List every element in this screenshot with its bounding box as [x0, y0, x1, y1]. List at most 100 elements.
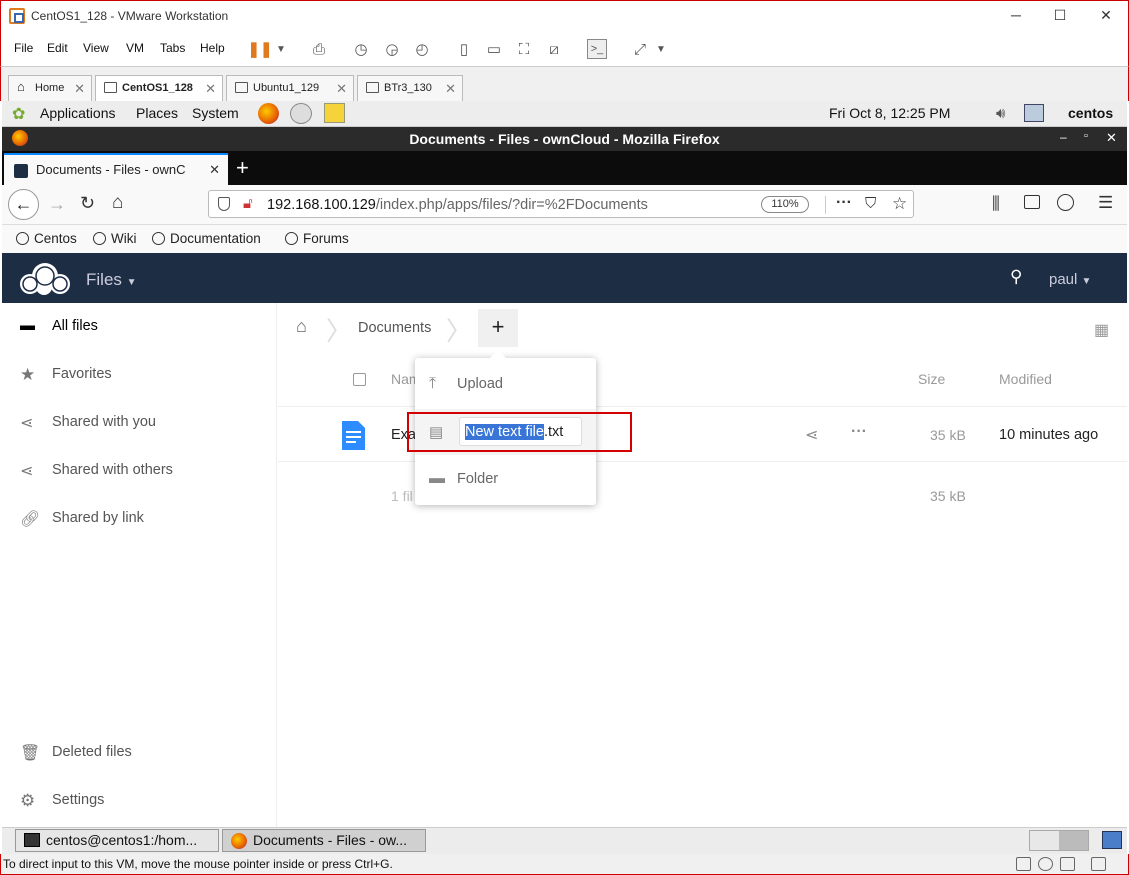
menu-places[interactable]: Places [136, 105, 178, 121]
panel-user[interactable]: centos [1068, 105, 1113, 121]
library-icon[interactable]: ▯ [454, 39, 474, 59]
forward-icon[interactable]: → [48, 194, 66, 215]
menu-view[interactable]: View [83, 41, 109, 55]
mail-launcher-icon[interactable] [290, 103, 312, 124]
chevron-down-icon[interactable]: ▼ [271, 39, 291, 59]
sidebar-icon[interactable] [1024, 195, 1040, 209]
menu-help[interactable]: Help [200, 41, 225, 55]
minimize-icon[interactable]: ─ [1006, 7, 1026, 23]
more-actions-icon[interactable]: ··· [851, 423, 867, 441]
send-keys-icon[interactable]: ⎙ [309, 39, 329, 59]
firefox-launcher-icon[interactable] [258, 103, 279, 124]
vm-tab-btr3[interactable]: BTr3_130 ✕ [357, 75, 463, 101]
select-all-checkbox[interactable] [353, 373, 366, 386]
task-terminal[interactable]: centos@centos1:/hom... [15, 829, 219, 852]
fullscreen-icon[interactable]: ⛶ [514, 39, 534, 59]
network-icon[interactable] [1024, 104, 1044, 122]
browser-tab-documents[interactable]: Documents - Files - ownC ✕ [4, 153, 228, 185]
cd-drive-icon[interactable] [1038, 857, 1053, 871]
task-firefox[interactable]: Documents - Files - ow... [222, 829, 426, 852]
sidebar-item-all-files[interactable]: ▬ All files [2, 303, 277, 351]
menu-edit[interactable]: Edit [47, 41, 68, 55]
maximize-icon[interactable]: ☐ [1050, 7, 1070, 24]
close-icon[interactable]: ✕ [445, 81, 456, 97]
column-size[interactable]: Size [918, 371, 945, 387]
snapshot-icon[interactable]: ◷ [351, 39, 371, 59]
table-row[interactable]: Exa ⋖ ··· 35 kB 10 minutes ago [278, 407, 1127, 462]
column-modified[interactable]: Modified [999, 371, 1052, 387]
home-icon: ⌂ [17, 79, 25, 94]
menu-item-folder[interactable]: ▬ Folder [415, 456, 596, 502]
vm-tab-ubuntu1[interactable]: Ubuntu1_129 ✕ [226, 75, 354, 101]
stretch-icon[interactable]: ⤢ [630, 39, 650, 59]
snapshot-manager-icon[interactable]: ◴ [412, 39, 432, 59]
breadcrumb-documents[interactable]: Documents [358, 320, 431, 336]
panel-clock[interactable]: Fri Oct 8, 12:25 PM [829, 105, 950, 121]
new-button[interactable]: + [478, 309, 518, 347]
menu-tabs[interactable]: Tabs [160, 41, 185, 55]
message-log-icon[interactable] [1091, 857, 1106, 871]
volume-icon[interactable]: 🔊︎ [996, 105, 1005, 122]
star-icon: ★ [20, 365, 36, 384]
home-icon[interactable]: ⌂ [296, 316, 307, 337]
sidebar-item-settings[interactable]: ⚙ Settings [2, 777, 277, 825]
notes-launcher-icon[interactable] [324, 103, 345, 123]
menu-applications[interactable]: Applications [40, 105, 116, 121]
bookmark-documentation[interactable]: Documentation [152, 231, 261, 246]
app-menu[interactable]: Files ▼ [86, 270, 137, 290]
chevron-down-icon[interactable]: ▼ [651, 39, 671, 59]
unity-icon[interactable]: ⧄ [544, 39, 564, 59]
grid-view-icon[interactable]: ▦ [1094, 320, 1109, 340]
bookmark-wiki[interactable]: Wiki [93, 231, 137, 246]
url-bar[interactable]: 🔓︎ 192.168.100.129/index.php/apps/files/… [208, 190, 914, 218]
library-icon[interactable]: ⫼ [992, 194, 1000, 214]
user-menu[interactable]: paul ▼ [1049, 271, 1091, 288]
close-icon[interactable]: ✕ [205, 81, 216, 97]
maximize-icon[interactable]: ▫ [1084, 130, 1088, 142]
vm-tab-home[interactable]: ⌂ Home ✕ [8, 75, 92, 101]
close-icon[interactable]: ✕ [336, 81, 347, 97]
minimize-icon[interactable]: – [1060, 130, 1067, 144]
owncloud-logo-icon[interactable] [16, 262, 74, 296]
console-icon[interactable]: >_ [587, 39, 607, 59]
show-desktop-icon[interactable] [1102, 831, 1122, 849]
account-icon[interactable] [1057, 194, 1074, 211]
bookmark-star-icon[interactable]: ☆ [892, 194, 907, 214]
close-icon[interactable]: ✕ [205, 162, 220, 178]
pocket-icon[interactable]: ⛉ [865, 195, 876, 212]
sidebar-item-label: Shared with others [52, 462, 173, 478]
workspace-switcher[interactable] [1029, 830, 1089, 851]
share-icon[interactable]: ⋖ [805, 425, 818, 445]
shield-icon[interactable] [218, 197, 230, 211]
menu-item-upload[interactable]: ⤒ Upload [415, 361, 596, 407]
search-icon[interactable]: ⚲ [1010, 267, 1022, 287]
zoom-indicator[interactable]: 110% [761, 196, 809, 213]
pause-icon[interactable]: ❚❚ [247, 39, 272, 59]
menu-file[interactable]: File [14, 41, 33, 55]
bookmark-forums[interactable]: Forums [285, 231, 349, 246]
back-icon[interactable]: ← [8, 189, 39, 220]
sidebar-item-shared-by-link[interactable]: 🔗︎ Shared by link [2, 495, 277, 543]
close-icon[interactable]: ✕ [1106, 130, 1117, 146]
hard-disk-icon[interactable] [1016, 857, 1031, 871]
insecure-lock-icon[interactable]: 🔓︎ [243, 195, 253, 212]
sidebar-item-favorites[interactable]: ★ Favorites [2, 351, 277, 399]
vm-tab-centos1[interactable]: CentOS1_128 ✕ [95, 75, 223, 101]
close-icon[interactable]: ✕ [74, 81, 85, 97]
close-icon[interactable]: ✕ [1096, 7, 1116, 24]
hamburger-menu-icon[interactable]: ☰ [1098, 193, 1113, 213]
sidebar-item-shared-with-others[interactable]: ⋖ Shared with others [2, 447, 277, 495]
bookmark-centos[interactable]: Centos [16, 231, 77, 246]
home-icon[interactable]: ⌂ [112, 192, 123, 214]
reload-icon[interactable]: ↻ [80, 193, 95, 214]
thumbnail-icon[interactable]: ▭ [484, 39, 504, 59]
revert-snapshot-icon[interactable]: ◶ [382, 39, 402, 59]
network-adapter-icon[interactable] [1060, 857, 1075, 871]
sidebar-item-shared-with-you[interactable]: ⋖ Shared with you [2, 399, 277, 447]
url-text[interactable]: 192.168.100.129/index.php/apps/files/?di… [267, 197, 648, 213]
menu-vm[interactable]: VM [126, 41, 144, 55]
menu-system[interactable]: System [192, 105, 239, 121]
sidebar-item-deleted-files[interactable]: 🗑︎ Deleted files [2, 729, 277, 777]
new-tab-icon[interactable]: + [236, 155, 249, 181]
page-actions-icon[interactable]: ··· [836, 194, 852, 212]
